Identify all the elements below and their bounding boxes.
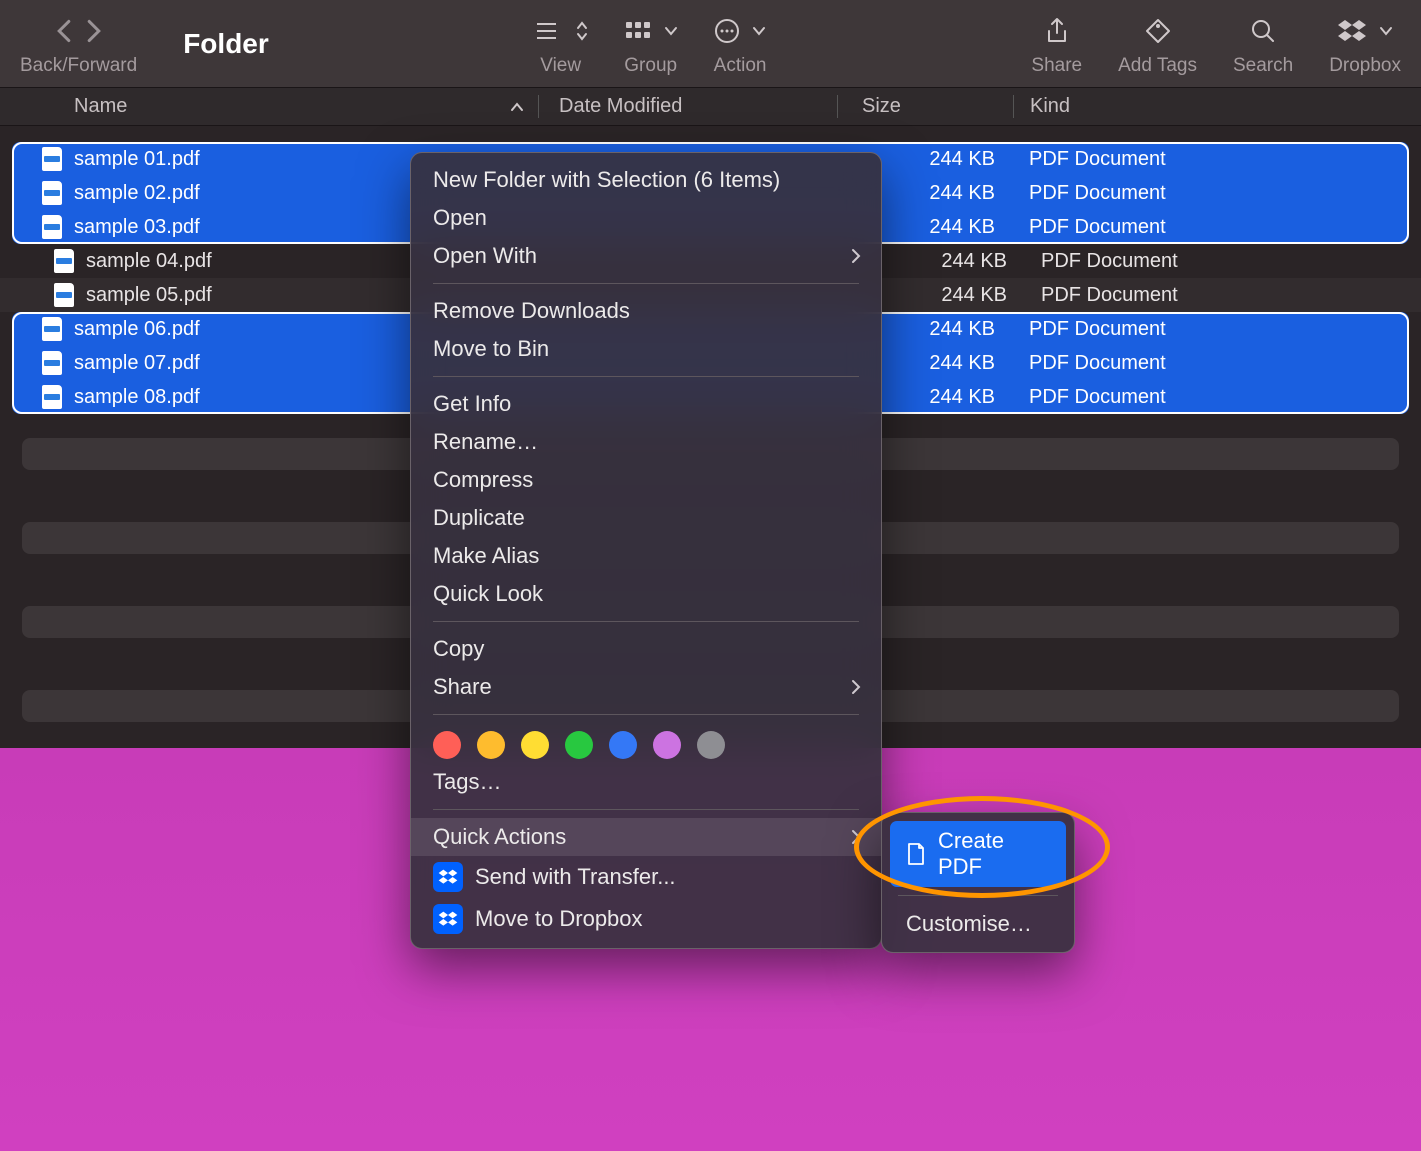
chevron-down-icon — [664, 26, 678, 36]
menu-remove-downloads[interactable]: Remove Downloads — [411, 292, 881, 330]
chevron-right-icon — [851, 248, 861, 264]
file-name: sample 07.pdf — [74, 352, 200, 375]
submenu-create-pdf[interactable]: Create PDF — [890, 821, 1066, 887]
menu-open[interactable]: Open — [411, 199, 881, 237]
sort-ascending-icon — [510, 102, 524, 112]
tag-gray[interactable] — [697, 731, 725, 759]
file-kind: PDF Document — [1013, 216, 1409, 239]
toolbar-group[interactable]: Group — [624, 11, 678, 77]
file-kind: PDF Document — [1025, 250, 1409, 273]
file-kind: PDF Document — [1013, 148, 1409, 171]
toolbar-dropbox[interactable]: Dropbox — [1329, 11, 1401, 77]
tag-blue[interactable] — [609, 731, 637, 759]
menu-tags[interactable]: Tags… — [411, 763, 881, 801]
document-icon — [906, 842, 926, 866]
file-name: sample 01.pdf — [74, 148, 200, 171]
menu-separator — [433, 621, 859, 622]
file-name: sample 05.pdf — [86, 284, 212, 307]
dropbox-icon — [1337, 18, 1367, 44]
file-name: sample 02.pdf — [74, 182, 200, 205]
share-icon — [1045, 17, 1069, 45]
action-circle-icon — [714, 18, 740, 44]
menu-new-folder-selection[interactable]: New Folder with Selection (6 Items) — [411, 161, 881, 199]
search-icon — [1250, 18, 1276, 44]
back-forward-label: Back/Forward — [20, 55, 137, 77]
column-date[interactable]: Date Modified — [538, 95, 837, 118]
toolbar-search[interactable]: Search — [1233, 11, 1293, 77]
nav-back-forward: Back/Forward — [20, 11, 137, 77]
toolbar-share[interactable]: Share — [1031, 11, 1082, 77]
context-menu: New Folder with Selection (6 Items) Open… — [410, 152, 882, 949]
column-name[interactable]: Name — [0, 95, 538, 118]
file-name: sample 04.pdf — [86, 250, 212, 273]
menu-separator — [433, 809, 859, 810]
pdf-file-icon — [42, 215, 62, 239]
menu-separator — [433, 376, 859, 377]
file-kind: PDF Document — [1013, 386, 1409, 409]
menu-separator — [433, 283, 859, 284]
back-icon[interactable] — [55, 19, 73, 43]
file-name: sample 06.pdf — [74, 318, 200, 341]
forward-icon[interactable] — [85, 19, 103, 43]
dropbox-icon — [433, 862, 463, 892]
menu-rename[interactable]: Rename… — [411, 423, 881, 461]
menu-quick-look[interactable]: Quick Look — [411, 575, 881, 613]
pdf-file-icon — [42, 385, 62, 409]
menu-quick-actions[interactable]: Quick Actions — [411, 818, 881, 856]
column-kind[interactable]: Kind — [1013, 95, 1421, 118]
menu-open-with[interactable]: Open With — [411, 237, 881, 275]
pdf-file-icon — [42, 351, 62, 375]
column-size[interactable]: Size — [837, 95, 1013, 118]
tag-color-picker — [411, 723, 881, 763]
chevron-down-icon — [752, 26, 766, 36]
tag-orange[interactable] — [477, 731, 505, 759]
updown-icon — [576, 20, 588, 42]
chevron-right-icon — [851, 829, 861, 845]
menu-separator — [433, 714, 859, 715]
menu-copy[interactable]: Copy — [411, 630, 881, 668]
list-view-icon — [534, 20, 564, 42]
toolbar: Back/Forward Folder View Group Action Sh… — [0, 0, 1421, 88]
tag-icon — [1144, 17, 1172, 45]
window-title: Folder — [183, 28, 269, 60]
menu-move-dropbox[interactable]: Move to Dropbox — [411, 898, 881, 940]
file-name: sample 08.pdf — [74, 386, 200, 409]
tag-green[interactable] — [565, 731, 593, 759]
menu-compress[interactable]: Compress — [411, 461, 881, 499]
file-kind: PDF Document — [1013, 318, 1409, 341]
file-kind: PDF Document — [1013, 182, 1409, 205]
menu-duplicate[interactable]: Duplicate — [411, 499, 881, 537]
menu-get-info[interactable]: Get Info — [411, 385, 881, 423]
pdf-file-icon — [42, 317, 62, 341]
grid-icon — [624, 20, 652, 42]
pdf-file-icon — [42, 147, 62, 171]
quick-actions-submenu: Create PDF Customise… — [881, 812, 1075, 953]
file-name: sample 03.pdf — [74, 216, 200, 239]
file-kind: PDF Document — [1013, 352, 1409, 375]
pdf-file-icon — [54, 249, 74, 273]
chevron-right-icon — [851, 679, 861, 695]
menu-move-to-bin[interactable]: Move to Bin — [411, 330, 881, 368]
tag-red[interactable] — [433, 731, 461, 759]
submenu-customise[interactable]: Customise… — [890, 904, 1066, 944]
pdf-file-icon — [54, 283, 74, 307]
chevron-down-icon — [1379, 26, 1393, 36]
dropbox-icon — [433, 904, 463, 934]
menu-send-transfer[interactable]: Send with Transfer... — [411, 856, 881, 898]
pdf-file-icon — [42, 181, 62, 205]
column-header: Name Date Modified Size Kind — [0, 88, 1421, 126]
menu-make-alias[interactable]: Make Alias — [411, 537, 881, 575]
file-kind: PDF Document — [1025, 284, 1409, 307]
toolbar-add-tags[interactable]: Add Tags — [1118, 11, 1197, 77]
menu-share[interactable]: Share — [411, 668, 881, 706]
toolbar-action[interactable]: Action — [714, 11, 767, 77]
tag-purple[interactable] — [653, 731, 681, 759]
tag-yellow[interactable] — [521, 731, 549, 759]
toolbar-view[interactable]: View — [534, 11, 588, 77]
menu-separator — [898, 895, 1058, 896]
